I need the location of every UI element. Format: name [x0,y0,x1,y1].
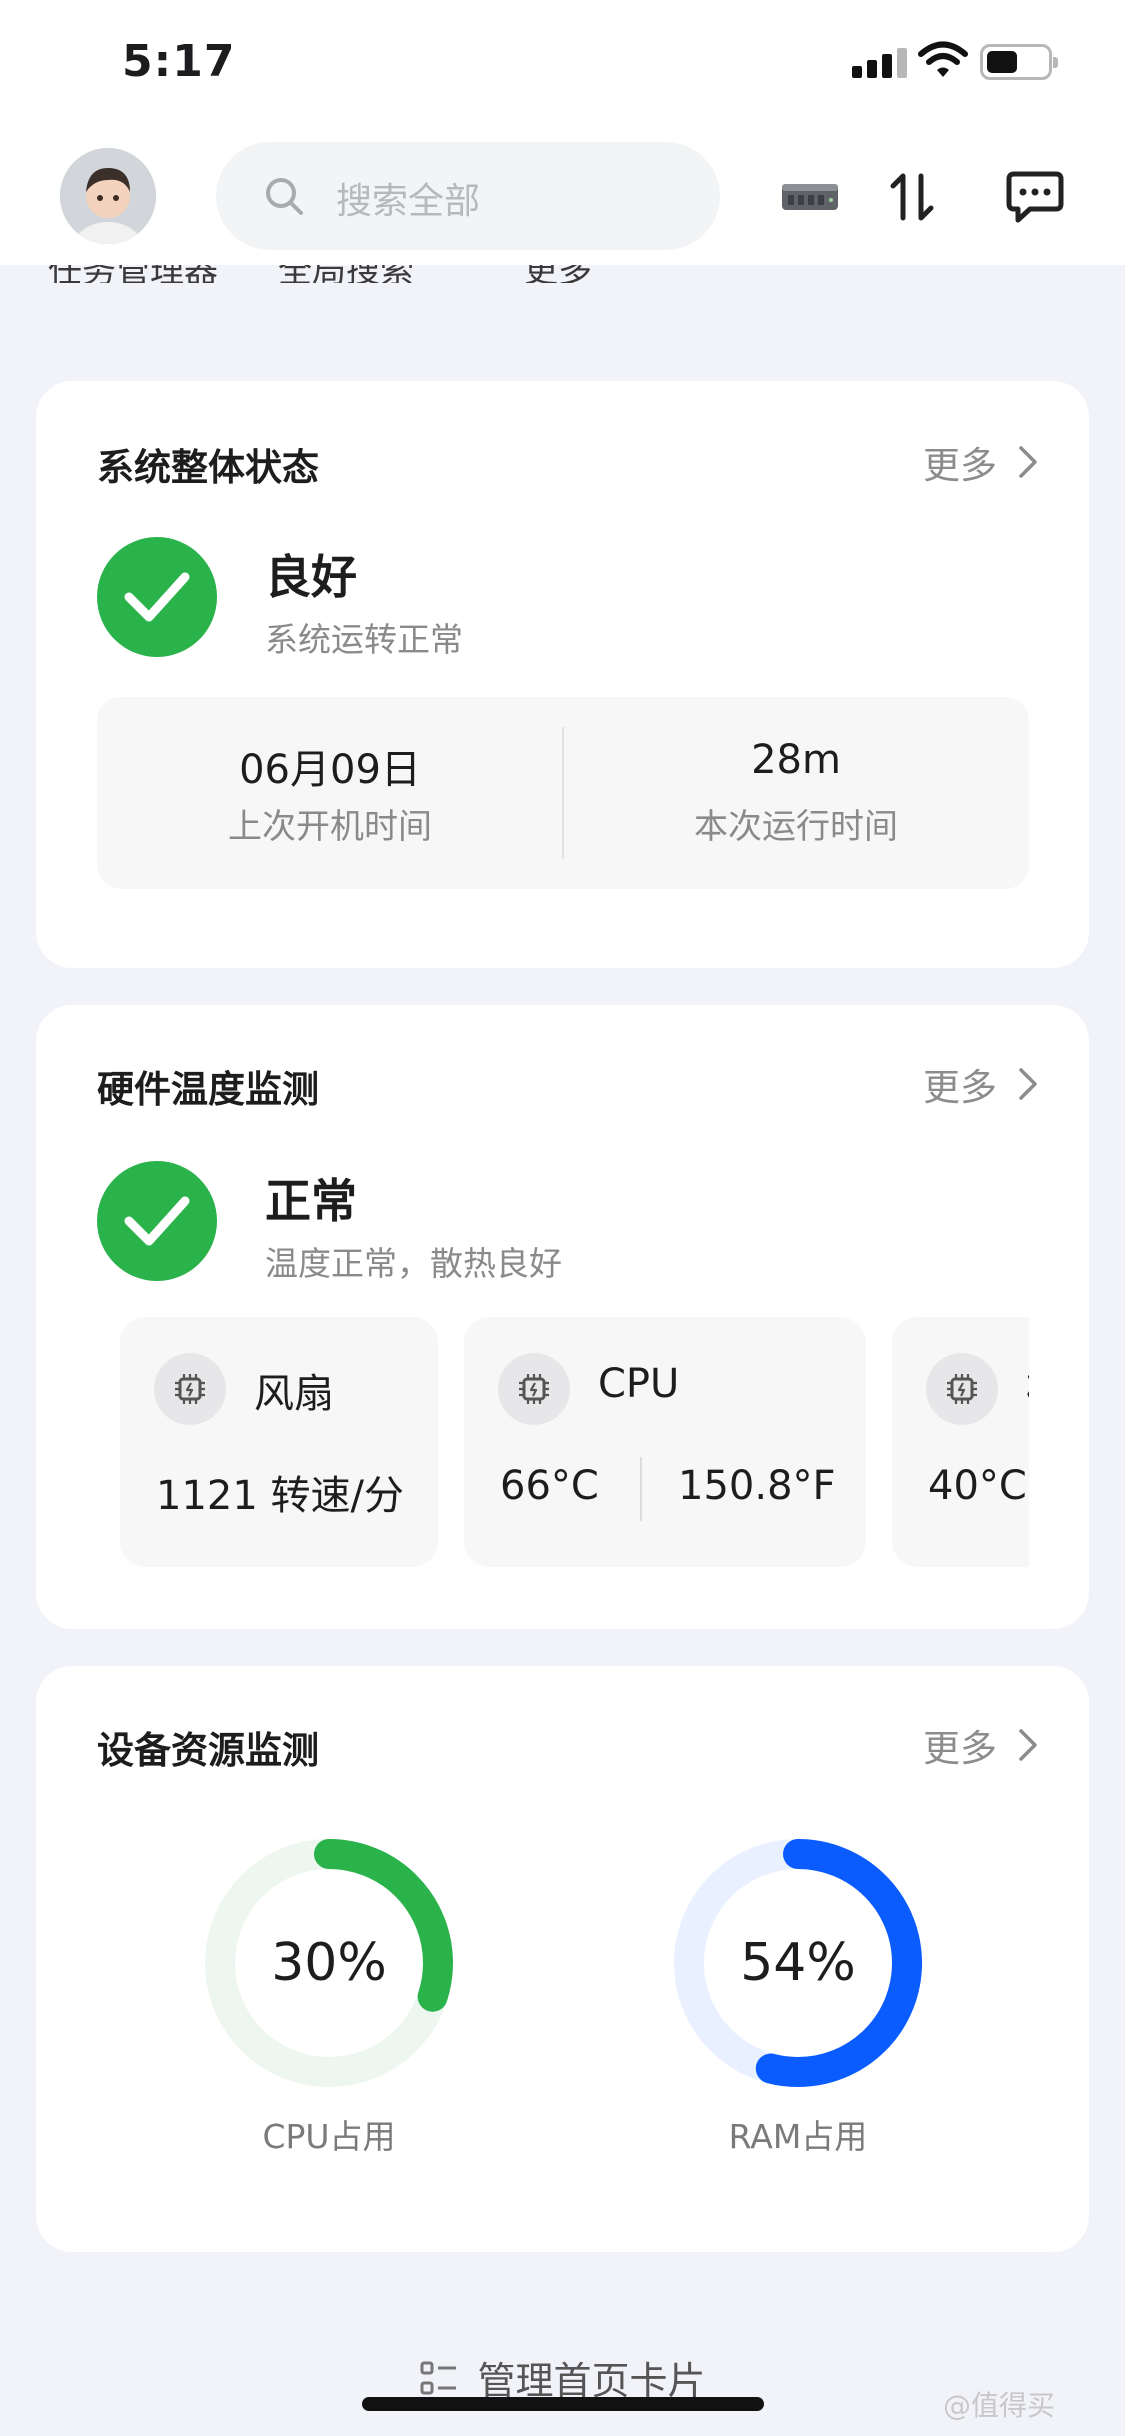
divider [640,1457,642,1521]
cpu-temp-celsius: 66°C [500,1463,599,1509]
message-icon[interactable] [1006,170,1064,224]
nas-device-icon[interactable] [780,180,840,214]
card-title: 硬件温度监测 [97,1068,319,1111]
current-uptime: 28m 本次运行时间 [563,697,1029,889]
uptime-panel: 06月09日 上次开机时间 28m 本次运行时间 [97,697,1029,889]
status-description: 系统运转正常 [265,620,463,659]
cpu-usage-value: 30% [271,1933,387,1993]
disk-temp-celsius: 40°C [928,1463,1027,1509]
search-icon [266,178,303,215]
ram-usage-gauge: 54% [673,1838,923,2088]
system-status-card: 系统整体状态 更多 良好 系统运转正常 06月09日 上次开机时间 28m 本次… [36,381,1089,968]
check-icon [97,537,217,657]
uptime-value: 28m [751,737,841,783]
uptime-label: 本次运行时间 [694,807,898,847]
status-label: 正常 [265,1174,357,1228]
cpu-temp-fahrenheit: 150.8°F [678,1463,836,1509]
list-manage-icon [420,2361,457,2394]
check-icon [97,1161,217,1281]
quick-entry-row: 任务管理器 全局搜索 更多 [0,265,1125,283]
watermark: @值得买 [943,2389,1056,2422]
chip-icon [154,1353,226,1425]
last-boot-value: 06月09日 [239,747,421,793]
temp-item-name: CPU [598,1361,680,1407]
quick-entry-task-manager[interactable]: 任务管理器 [48,265,218,283]
status-label: 良好 [265,550,357,604]
battery-icon [980,44,1058,80]
ram-usage-value: 54% [740,1933,856,1993]
cellular-signal-icon [852,48,908,78]
hardware-temperature-card: 硬件温度监测 更多 正常 温度正常，散热良好 风扇 1121 转速/分 CPU … [36,1005,1089,1629]
status-bar: 5:17 [0,0,1125,130]
top-header: 搜索全部 [0,130,1125,265]
more-label: 更多 [923,1066,997,1109]
status-description: 温度正常，散热良好 [265,1244,562,1283]
cpu-usage-label: CPU占用 [262,2117,396,2156]
card-title: 设备资源监测 [97,1729,319,1772]
more-link[interactable]: 更多 [923,1718,1039,1772]
card-title: 系统整体状态 [97,446,319,489]
status-time: 5:17 [122,36,236,87]
quick-entry-global-search[interactable]: 全局搜索 [278,265,414,283]
more-label: 更多 [923,444,997,487]
more-label: 更多 [923,1727,997,1770]
transfer-icon[interactable] [887,172,937,222]
temp-item-cpu[interactable]: CPU 66°C 150.8°F [464,1317,866,1567]
chevron-right-icon [1019,1068,1037,1100]
avatar[interactable] [60,148,156,244]
last-boot-label: 上次开机时间 [228,807,432,847]
search-input[interactable]: 搜索全部 [216,142,720,250]
fan-speed-value: 1121 转速/分 [156,1473,404,1519]
wifi-icon [918,41,968,77]
temp-item-fan[interactable]: 风扇 1121 转速/分 [120,1317,438,1567]
chip-icon [498,1353,570,1425]
ram-usage-label: RAM占用 [728,2117,868,2156]
chip-icon [926,1353,998,1425]
last-boot: 06月09日 上次开机时间 [97,697,563,889]
temp-item-name: 硬盘 [1026,1361,1029,1419]
search-placeholder: 搜索全部 [336,181,481,222]
more-link[interactable]: 更多 [923,435,1039,489]
device-resource-card: 设备资源监测 更多 30% CPU占用 54% RAM占用 [36,1666,1089,2252]
chevron-right-icon [1019,446,1037,478]
temp-item-name: 风扇 [254,1371,334,1417]
quick-entry-more[interactable]: 更多 [524,265,592,283]
temperature-list[interactable]: 风扇 1121 转速/分 CPU 66°C 150.8°F 40°C [120,1317,1029,1567]
home-indicator[interactable] [362,2397,764,2411]
chevron-right-icon [1019,1729,1037,1761]
temp-item-disk[interactable]: 硬盘 40°C [892,1317,1029,1567]
cpu-usage-gauge: 30% [204,1838,454,2088]
more-link[interactable]: 更多 [923,1057,1039,1111]
